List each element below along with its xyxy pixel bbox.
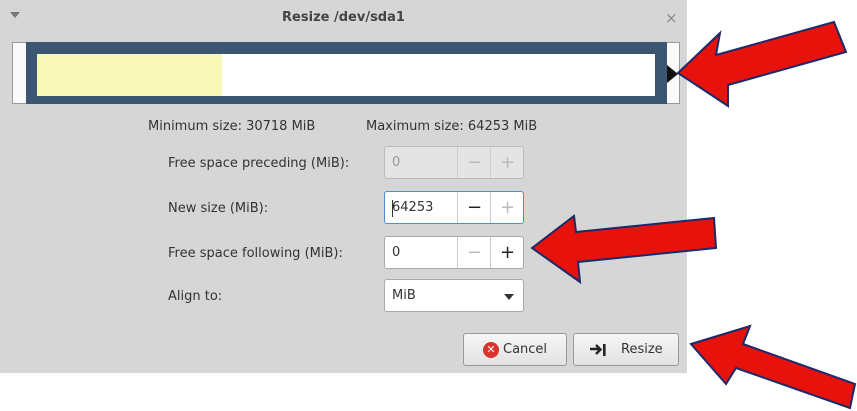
align-to-dropdown[interactable]: MiB — [384, 279, 524, 312]
new-size-decrement-button[interactable]: − — [457, 192, 491, 223]
align-to-value: MiB — [392, 288, 416, 303]
free-preceding-value: 0 — [392, 155, 401, 170]
free-following-spinner[interactable]: 0 − + — [384, 236, 524, 269]
maximum-size-label: Maximum size: 64253 MiB — [366, 119, 538, 134]
annotation-arrow-icon — [689, 324, 857, 410]
minimum-size-label: Minimum size: 30718 MiB — [148, 119, 316, 134]
cancel-icon: ✕ — [483, 342, 499, 358]
free-preceding-increment-button: + — [490, 147, 524, 178]
resize-button-label: Resize — [621, 342, 663, 357]
free-following-label: Free space following (MiB): — [168, 246, 343, 261]
free-following-input[interactable]: 0 — [392, 245, 400, 260]
cancel-button-label: Cancel — [503, 342, 548, 357]
new-size-increment-button[interactable]: + — [490, 192, 524, 223]
resize-button[interactable]: Resize — [573, 333, 679, 366]
partition-used-space — [37, 54, 223, 96]
resize-arrow-icon — [590, 344, 606, 356]
title-bar: Resize /dev/sda1 × — [0, 0, 687, 36]
new-size-spinner[interactable]: 64253 − + — [384, 191, 524, 224]
dialog-title: Resize /dev/sda1 — [282, 10, 405, 25]
free-following-increment-button[interactable]: + — [490, 237, 524, 268]
free-preceding-decrement-button: − — [457, 147, 491, 178]
partition-bar — [37, 54, 655, 96]
annotation-arrow-icon — [530, 214, 718, 285]
free-following-decrement-button[interactable]: − — [457, 237, 491, 268]
free-preceding-spinner: 0 − + — [384, 146, 524, 179]
new-size-label: New size (MiB): — [168, 201, 269, 216]
chevron-down-icon — [504, 294, 514, 300]
resize-dialog: Resize /dev/sda1 × Minimum size: 30718 M… — [0, 0, 687, 373]
free-preceding-label: Free space preceding (MiB): — [168, 156, 350, 171]
new-size-input[interactable]: 64253 — [392, 200, 433, 215]
annotation-arrow-icon — [676, 20, 848, 108]
cancel-button[interactable]: ✕ Cancel — [463, 333, 567, 366]
align-to-label: Align to: — [168, 289, 223, 304]
